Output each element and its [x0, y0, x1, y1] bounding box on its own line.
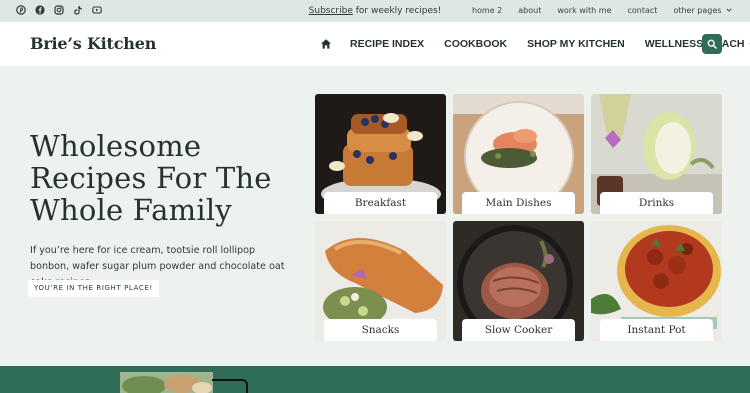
site-header: Brie’s Kitchen RECIPE INDEX COOKBOOK SHO…: [0, 22, 750, 66]
category-label: Instant Pot: [600, 319, 713, 341]
category-card-snacks[interactable]: Snacks: [315, 221, 446, 341]
top-nav-other-pages[interactable]: other pages: [673, 6, 732, 15]
hero-badge: YOU’RE IN THE RIGHT PLACE!: [28, 280, 159, 297]
search-icon: [707, 39, 717, 49]
hero-title-line: Whole Family: [30, 193, 232, 227]
main-nav: RECIPE INDEX COOKBOOK SHOP MY KITCHEN WE…: [320, 38, 750, 50]
youtube-icon[interactable]: [92, 5, 102, 15]
tiktok-icon[interactable]: [73, 5, 83, 15]
top-nav-contact[interactable]: contact: [628, 6, 658, 15]
site-logo[interactable]: Brie’s Kitchen: [30, 34, 156, 53]
pinterest-icon[interactable]: [16, 5, 26, 15]
category-card-breakfast[interactable]: Breakfast: [315, 94, 446, 214]
nav-wellness-coach[interactable]: WELLNESS COACH: [645, 38, 750, 50]
chevron-down-icon: [726, 8, 732, 12]
secondary-nav: home 2 about work with me contact other …: [472, 6, 732, 15]
category-card-instant-pot[interactable]: Instant Pot: [591, 221, 722, 341]
category-label: Snacks: [324, 319, 437, 341]
footer-band: [0, 366, 750, 393]
instagram-icon[interactable]: [54, 5, 64, 15]
category-label: Drinks: [600, 192, 713, 214]
top-nav-about[interactable]: about: [518, 6, 541, 15]
top-bar: Subscribe for weekly recipes! home 2 abo…: [0, 0, 750, 22]
nav-shop-my-kitchen[interactable]: SHOP MY KITCHEN: [527, 38, 625, 50]
top-nav-home2[interactable]: home 2: [472, 6, 502, 15]
category-card-slow-cooker[interactable]: Slow Cooker: [453, 221, 584, 341]
footer-device-outline: [212, 379, 248, 393]
nav-wellness-coach-label: WELLNESS COACH: [644, 38, 745, 50]
home-icon[interactable]: [320, 38, 332, 50]
category-card-main-dishes[interactable]: Main Dishes: [453, 94, 584, 214]
category-card-drinks[interactable]: Drinks: [591, 94, 722, 214]
top-nav-other-pages-label: other pages: [673, 6, 722, 15]
category-label: Main Dishes: [462, 192, 575, 214]
nav-cookbook[interactable]: COOKBOOK: [444, 38, 507, 50]
category-label: Breakfast: [324, 192, 437, 214]
hero-title-line: Wholesome: [30, 129, 202, 163]
promo-text: for weekly recipes!: [352, 6, 442, 16]
facebook-icon[interactable]: [35, 5, 45, 15]
nav-recipe-index[interactable]: RECIPE INDEX: [350, 38, 424, 50]
search-button[interactable]: [702, 34, 722, 54]
category-label: Slow Cooker: [462, 319, 575, 341]
footer-food-photo: [120, 372, 213, 393]
hero-title-line: Recipes For The: [30, 161, 272, 195]
subscribe-link[interactable]: Subscribe: [309, 6, 353, 16]
top-nav-work-with-me[interactable]: work with me: [557, 6, 611, 15]
social-links: [16, 5, 102, 15]
hero-title: Wholesome Recipes For The Whole Family: [30, 130, 300, 226]
